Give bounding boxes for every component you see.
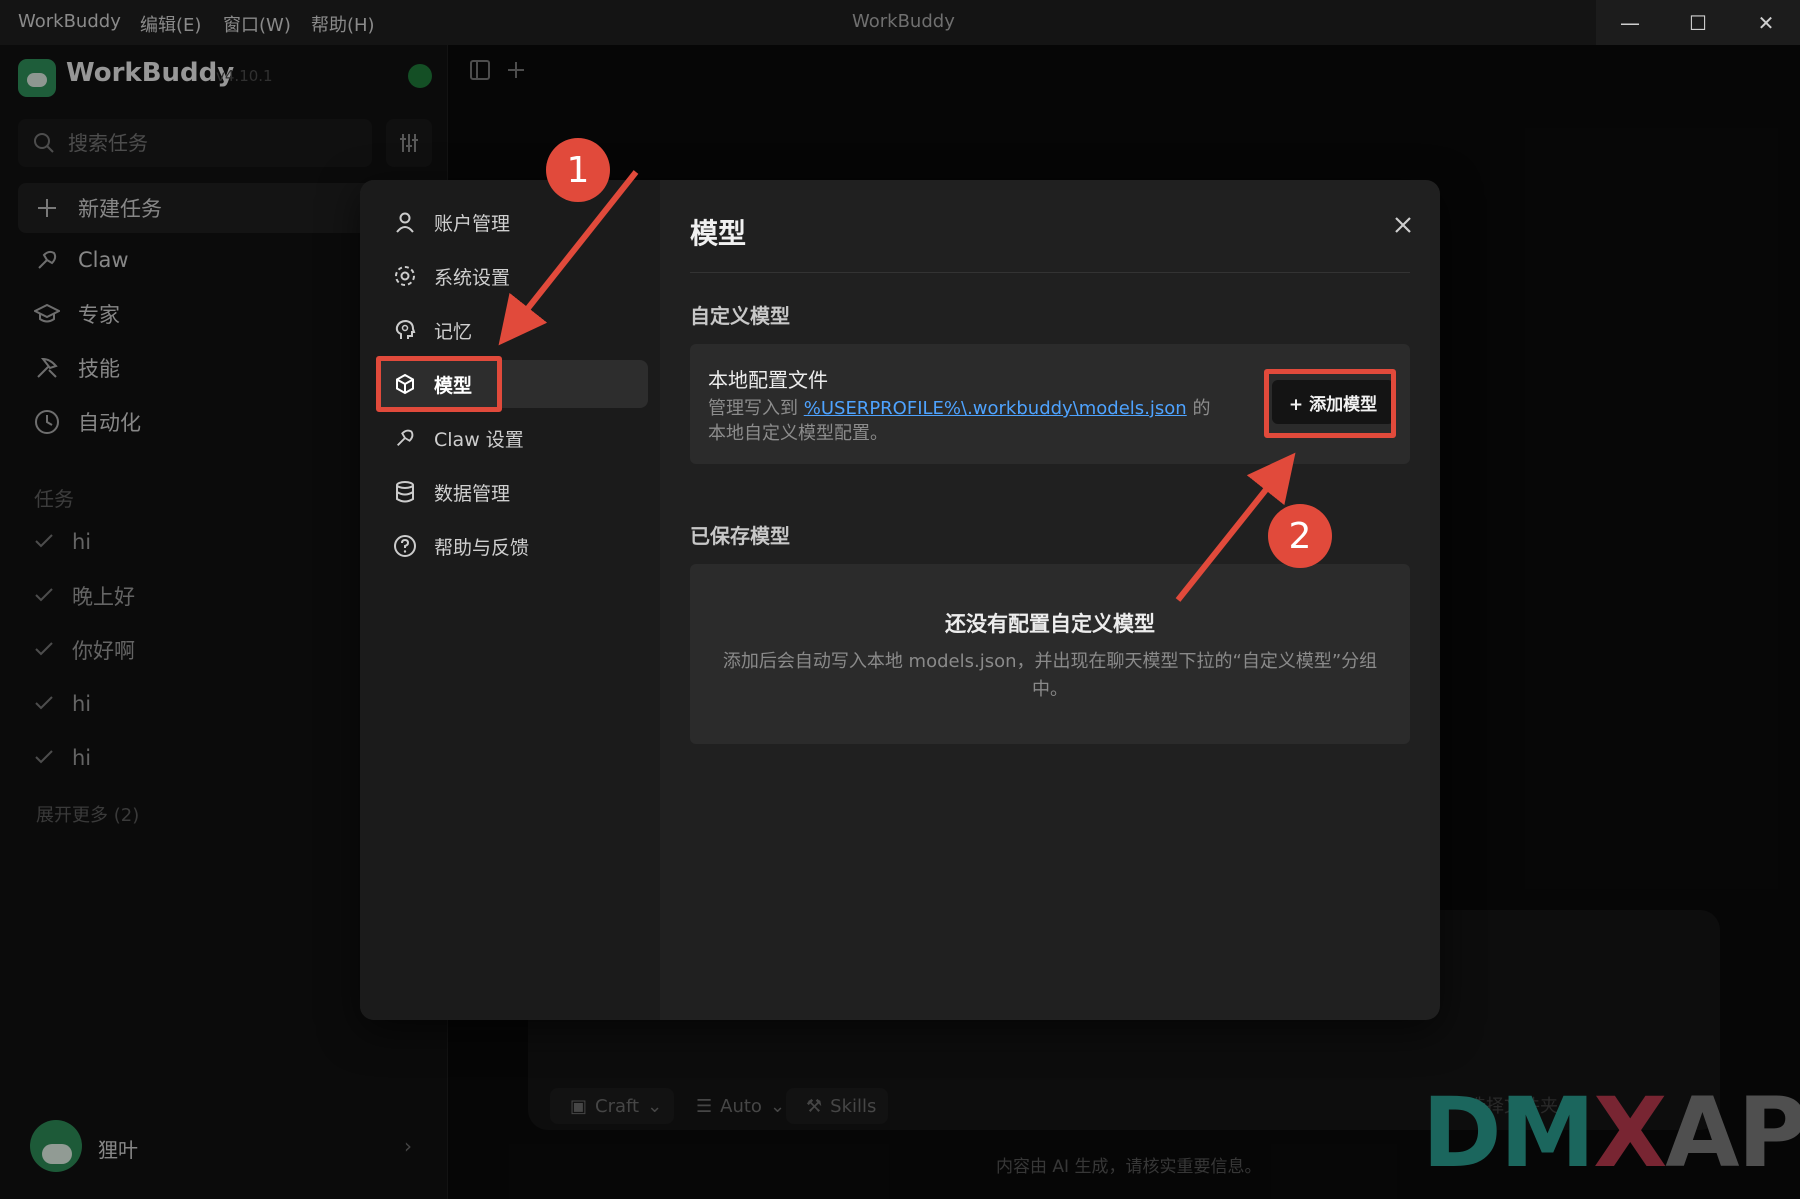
step-badge-1: 1 [546, 138, 610, 202]
annotation-arrows [498, 170, 1296, 602]
step-badge-2: 2 [1268, 504, 1332, 568]
